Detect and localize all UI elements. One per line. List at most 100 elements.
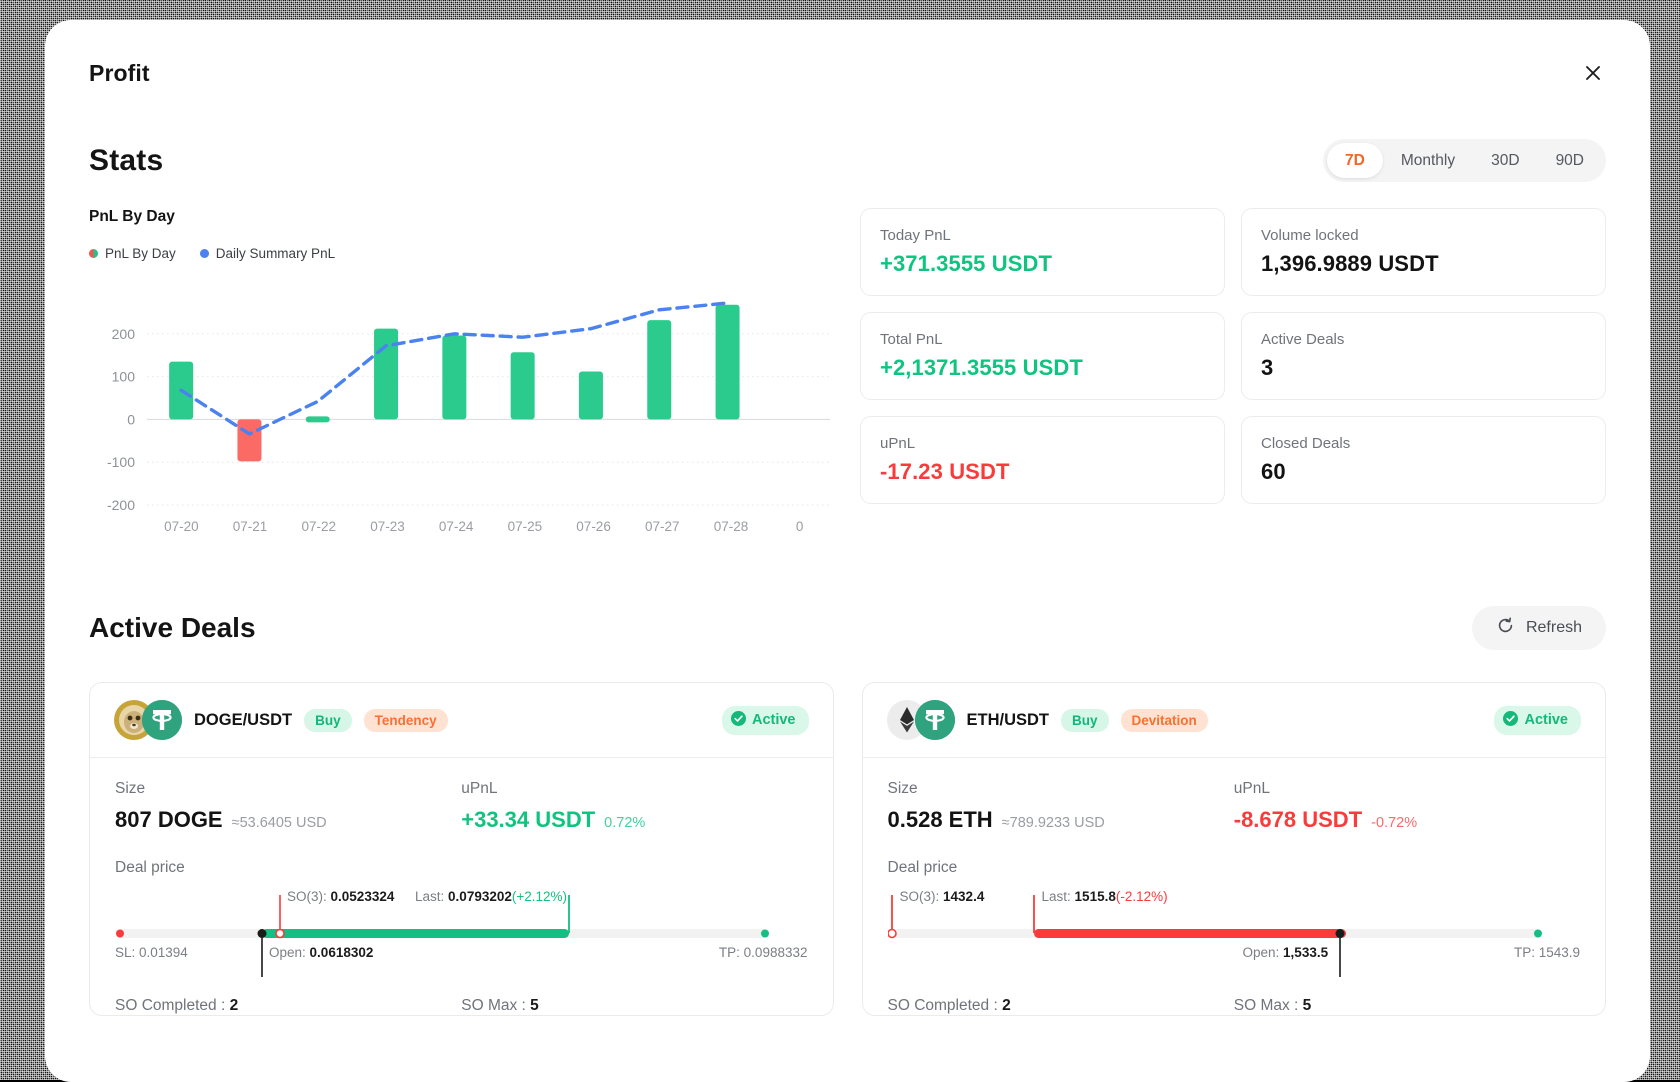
period-tab-30d[interactable]: 30D xyxy=(1473,143,1537,178)
so-completed-value: 2 xyxy=(1002,997,1011,1014)
upnl-value: -8.678 USDT xyxy=(1234,807,1362,833)
legend-label: Daily Summary PnL xyxy=(216,246,335,261)
chart-x-tick-label: 07-20 xyxy=(147,519,216,534)
svg-text:0: 0 xyxy=(127,411,135,427)
chart-x-tick-label: 07-21 xyxy=(216,519,285,534)
check-circle-icon xyxy=(731,711,746,730)
so-max: SO Max : 5 xyxy=(461,997,807,1015)
stat-label: Today PnL xyxy=(880,227,1205,244)
stat-card-total-pnl: Total PnL +2,1371.3555 USDT xyxy=(860,312,1225,400)
deal-price-label: Deal price xyxy=(115,859,808,877)
stat-value: -17.23 USDT xyxy=(880,459,1205,485)
svg-text:100: 100 xyxy=(112,369,136,385)
legend-item-daily-summary[interactable]: Daily Summary PnL xyxy=(200,246,335,261)
last-price-label: Last: 0.0793202(+2.12%) xyxy=(415,889,567,904)
upnl-percent: 0.72% xyxy=(604,815,645,831)
chart-svg: 2001000-100-200 xyxy=(89,281,834,513)
legend-item-pnl-by-day[interactable]: PnL By Day xyxy=(89,246,176,261)
stat-card-upnl: uPnL -17.23 USDT xyxy=(860,416,1225,504)
chart-plot-area: 2001000-100-200 xyxy=(89,281,834,513)
active-deals-header: Active Deals Refresh xyxy=(45,606,1650,650)
so-max-label: SO Max : xyxy=(1234,997,1299,1014)
strategy-badge: Devitation xyxy=(1121,709,1208,732)
side-badge: Buy xyxy=(304,709,352,732)
chart-title: PnL By Day xyxy=(89,208,834,226)
coin-pair-icons xyxy=(887,700,955,740)
legend-swatch-icon xyxy=(89,249,98,258)
side-badge: Buy xyxy=(1061,709,1109,732)
deal-price-slider[interactable]: SO(3): 0.0523324 Last: 0.0793202(+2.12%)… xyxy=(115,885,808,985)
active-deals-heading: Active Deals xyxy=(89,612,256,644)
period-tab-monthly[interactable]: Monthly xyxy=(1383,143,1473,178)
deal-upnl: uPnL -8.678 USDT -0.72% xyxy=(1234,780,1580,833)
chart-x-axis: 07-2007-2107-2207-2307-2407-2507-2607-27… xyxy=(147,519,834,534)
deal-price-slider[interactable]: SO(3): 1432.4 Last: 1515.8(-2.12%) Open:… xyxy=(888,885,1581,985)
period-tab-90d[interactable]: 90D xyxy=(1538,143,1602,178)
deal-metrics-row: Size 0.528 ETH ≈789.9233 USD uPnL -8.678… xyxy=(888,780,1581,833)
svg-text:-100: -100 xyxy=(107,454,135,470)
deal-size: Size 0.528 ETH ≈789.9233 USD xyxy=(888,780,1234,833)
modal-header: Profit xyxy=(45,20,1650,87)
open-price-label: Open: 0.0618302 xyxy=(269,945,373,960)
pair-name: ETH/USDT xyxy=(967,711,1050,730)
stat-card-active-deals: Active Deals 3 xyxy=(1241,312,1606,400)
stop-loss-label: SL: 0.01394 xyxy=(115,945,188,960)
status-label: Active xyxy=(1524,712,1568,728)
stat-cards: Today PnL +371.3555 USDT Volume locked 1… xyxy=(860,208,1606,534)
deal-metrics-row: Size 807 DOGE ≈53.6405 USD uPnL +33.34 U… xyxy=(115,780,808,833)
upnl-percent: -0.72% xyxy=(1371,815,1417,831)
check-circle-icon xyxy=(1503,711,1518,730)
stat-card-closed-deals: Closed Deals 60 xyxy=(1241,416,1606,504)
so-max: SO Max : 5 xyxy=(1234,997,1580,1015)
safety-order-row: SO Completed : 2 SO Max : 5 xyxy=(863,997,1606,1015)
refresh-button[interactable]: Refresh xyxy=(1472,606,1606,650)
deal-card-header: DOGE/USDT Buy Tendency Active xyxy=(90,683,833,758)
chart-x-tick-label: 07-23 xyxy=(353,519,422,534)
close-icon[interactable] xyxy=(1576,56,1610,90)
stat-value: 1,396.9889 USDT xyxy=(1261,251,1586,277)
so-completed: SO Completed : 2 xyxy=(888,997,1234,1015)
svg-text:-200: -200 xyxy=(107,497,135,513)
period-tab-7d[interactable]: 7D xyxy=(1327,143,1383,178)
stat-value: +371.3555 USDT xyxy=(880,251,1205,277)
deal-card-doge-usdt[interactable]: DOGE/USDT Buy Tendency Active Size 807 D… xyxy=(89,682,834,1016)
size-value: 0.528 ETH xyxy=(888,807,993,833)
stat-label: uPnL xyxy=(880,435,1205,452)
stats-body: PnL By Day PnL By Day Daily Summary PnL … xyxy=(45,208,1650,534)
active-deals-grid: DOGE/USDT Buy Tendency Active Size 807 D… xyxy=(45,682,1650,1016)
deal-price-slider-track[interactable] xyxy=(888,885,1543,985)
deal-card-body: Size 807 DOGE ≈53.6405 USD uPnL +33.34 U… xyxy=(90,758,833,985)
stat-card-today-pnl: Today PnL +371.3555 USDT xyxy=(860,208,1225,296)
so-max-label: SO Max : xyxy=(461,997,526,1014)
take-profit-label: TP: 0.0988332 xyxy=(719,945,808,960)
chart-x-tick-label: 07-22 xyxy=(284,519,353,534)
tether-icon xyxy=(142,700,182,740)
deal-upnl: uPnL +33.34 USDT 0.72% xyxy=(461,780,807,833)
period-selector[interactable]: 7D Monthly 30D 90D xyxy=(1323,139,1606,182)
stat-label: Active Deals xyxy=(1261,331,1586,348)
chart-x-tick-label: 07-24 xyxy=(422,519,491,534)
size-label: Size xyxy=(888,780,1234,798)
deal-size: Size 807 DOGE ≈53.6405 USD xyxy=(115,780,461,833)
so-marker-label: SO(3): 1432.4 xyxy=(900,889,985,904)
upnl-label: uPnL xyxy=(461,780,807,798)
pair-name: DOGE/USDT xyxy=(194,711,292,730)
stat-value: 60 xyxy=(1261,459,1586,485)
legend-swatch-icon xyxy=(200,249,209,258)
open-price-label: Open: 1,533.5 xyxy=(1243,945,1329,960)
deal-card-eth-usdt[interactable]: ETH/USDT Buy Devitation Active Size 0.52… xyxy=(862,682,1607,1016)
deal-price-label: Deal price xyxy=(888,859,1581,877)
pnl-chart: PnL By Day PnL By Day Daily Summary PnL … xyxy=(89,208,834,534)
size-approx: ≈53.6405 USD xyxy=(232,815,327,831)
stat-label: Closed Deals xyxy=(1261,435,1586,452)
take-profit-label: TP: 1543.9 xyxy=(1514,945,1580,960)
size-value: 807 DOGE xyxy=(115,807,223,833)
so-completed: SO Completed : 2 xyxy=(115,997,461,1015)
deal-card-header: ETH/USDT Buy Devitation Active xyxy=(863,683,1606,758)
chart-x-tick-label: 07-26 xyxy=(559,519,628,534)
so-marker-label: SO(3): 0.0523324 xyxy=(287,889,394,904)
safety-order-row: SO Completed : 2 SO Max : 5 xyxy=(90,997,833,1015)
strategy-badge: Tendency xyxy=(364,709,448,732)
stats-heading: Stats xyxy=(89,144,163,178)
status-label: Active xyxy=(752,712,796,728)
